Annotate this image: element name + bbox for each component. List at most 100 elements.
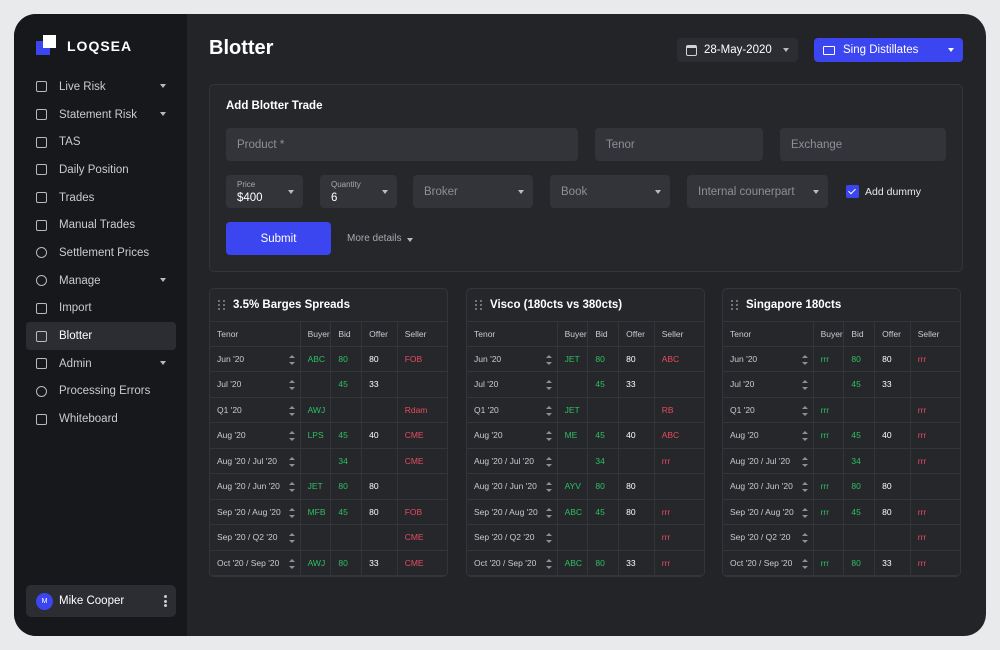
table-row[interactable]: Aug '20 / Jul '20 34 CME: [210, 448, 447, 474]
seller-cell[interactable]: rrr: [910, 499, 960, 525]
sort-stepper-icon[interactable]: [288, 482, 295, 492]
offer-cell[interactable]: 33: [874, 550, 911, 576]
sidebar-item-import[interactable]: Import: [26, 295, 176, 323]
drag-handle-icon[interactable]: [218, 300, 225, 310]
sort-stepper-icon[interactable]: [801, 507, 808, 518]
offer-cell[interactable]: 80: [618, 473, 655, 500]
sidebar-item-tas[interactable]: TAS: [26, 128, 176, 156]
buyer-cell[interactable]: ABC: [557, 499, 589, 525]
more-details-toggle[interactable]: More details: [347, 233, 414, 244]
sort-stepper-icon[interactable]: [801, 558, 808, 569]
table-row[interactable]: Jun '20 ABC 80 80 FOB: [210, 346, 447, 372]
offer-cell[interactable]: 80: [874, 346, 911, 372]
sort-stepper-icon[interactable]: [801, 482, 808, 492]
table-row[interactable]: Jul '20 45 33: [467, 371, 704, 398]
sort-stepper-icon[interactable]: [288, 558, 295, 569]
seller-cell[interactable]: RB: [654, 397, 704, 423]
sort-stepper-icon[interactable]: [801, 405, 808, 416]
tenor-cell[interactable]: Aug '20 / Jul '20: [723, 448, 814, 474]
sidebar-item-manage[interactable]: Manage: [26, 267, 176, 295]
table-row[interactable]: Q1 '20 rrr rrr: [723, 397, 960, 423]
panel-header[interactable]: Singapore 180cts: [723, 289, 960, 322]
bid-cell[interactable]: 45: [843, 422, 876, 449]
buyer-cell[interactable]: rrr: [813, 346, 845, 372]
buyer-cell[interactable]: AWJ: [300, 397, 332, 423]
seller-cell[interactable]: rrr: [654, 550, 704, 576]
seller-cell[interactable]: rrr: [654, 499, 704, 525]
broker-select[interactable]: Broker: [413, 175, 533, 208]
buyer-cell[interactable]: LPS: [300, 422, 332, 449]
table-row[interactable]: Jun '20 rrr 80 80 rrr: [723, 346, 960, 372]
drag-handle-icon[interactable]: [731, 300, 738, 310]
seller-cell[interactable]: CME: [397, 422, 447, 449]
buyer-cell[interactable]: ABC: [300, 346, 332, 372]
tenor-cell[interactable]: Q1 '20: [467, 397, 558, 423]
tenor-cell[interactable]: Oct '20 / Sep '20: [210, 550, 301, 576]
table-row[interactable]: Oct '20 / Sep '20 AWJ 80 33 CME: [210, 550, 447, 576]
sort-stepper-icon[interactable]: [545, 380, 552, 390]
buyer-cell[interactable]: rrr: [813, 550, 845, 576]
bid-cell[interactable]: 80: [330, 346, 363, 372]
sort-stepper-icon[interactable]: [288, 380, 295, 390]
sidebar-item-blotter[interactable]: Blotter: [26, 322, 176, 350]
seller-cell[interactable]: [910, 473, 960, 500]
sidebar-item-daily-position[interactable]: Daily Position: [26, 156, 176, 184]
bid-cell[interactable]: 80: [843, 550, 876, 576]
seller-cell[interactable]: rrr: [910, 524, 960, 551]
tenor-cell[interactable]: Jun '20: [210, 346, 301, 372]
bid-cell[interactable]: 80: [843, 346, 876, 372]
sort-stepper-icon[interactable]: [288, 507, 295, 518]
table-row[interactable]: Aug '20 / Jun '20 rrr 80 80: [723, 473, 960, 500]
buyer-cell[interactable]: rrr: [813, 422, 845, 449]
tenor-cell[interactable]: Aug '20 / Jul '20: [467, 448, 558, 474]
bid-cell[interactable]: 45: [587, 422, 620, 449]
column-header[interactable]: Offer: [618, 322, 655, 347]
offer-cell[interactable]: 80: [874, 473, 911, 500]
buyer-cell[interactable]: AWJ: [300, 550, 332, 576]
sidebar-item-trades[interactable]: Trades: [26, 184, 176, 212]
submit-button[interactable]: Submit: [226, 222, 331, 255]
date-picker[interactable]: 28-May-2020: [677, 38, 798, 62]
seller-cell[interactable]: FOB: [397, 346, 447, 372]
seller-cell[interactable]: [654, 473, 704, 500]
buyer-cell[interactable]: [813, 524, 845, 551]
table-row[interactable]: Aug '20 LPS 45 40 CME: [210, 422, 447, 449]
sidebar-item-whiteboard[interactable]: Whiteboard: [26, 405, 176, 433]
offer-cell[interactable]: 80: [361, 346, 398, 372]
sidebar-item-live-risk[interactable]: Live Risk: [26, 73, 176, 101]
offer-cell[interactable]: 33: [618, 371, 655, 398]
seller-cell[interactable]: ABC: [654, 422, 704, 449]
bid-cell[interactable]: 34: [330, 448, 363, 474]
offer-cell[interactable]: [874, 448, 911, 474]
offer-cell[interactable]: 33: [361, 371, 398, 398]
offer-cell[interactable]: 80: [618, 499, 655, 525]
buyer-cell[interactable]: [300, 371, 332, 398]
tenor-cell[interactable]: Jul '20: [467, 371, 558, 398]
buyer-cell[interactable]: [813, 448, 845, 474]
bid-cell[interactable]: 80: [587, 473, 620, 500]
offer-cell[interactable]: 33: [618, 550, 655, 576]
seller-cell[interactable]: ABC: [654, 346, 704, 372]
buyer-cell[interactable]: rrr: [813, 499, 845, 525]
bid-cell[interactable]: [587, 397, 620, 423]
table-row[interactable]: Aug '20 rrr 45 40 rrr: [723, 422, 960, 449]
user-menu[interactable]: M Mike Cooper: [26, 585, 176, 617]
bid-cell[interactable]: [587, 524, 620, 551]
tenor-cell[interactable]: Jun '20: [723, 346, 814, 372]
table-row[interactable]: Sep '20 / Aug '20 MFB 45 80 FOB: [210, 499, 447, 525]
tenor-cell[interactable]: Aug '20 / Jul '20: [210, 448, 301, 474]
seller-cell[interactable]: [654, 371, 704, 398]
table-row[interactable]: Sep '20 / Aug '20 rrr 45 80 rrr: [723, 499, 960, 525]
panel-header[interactable]: 3.5% Barges Spreads: [210, 289, 447, 322]
sort-stepper-icon[interactable]: [545, 507, 552, 518]
sidebar-item-admin[interactable]: Admin: [26, 350, 176, 378]
buyer-cell[interactable]: [557, 448, 589, 474]
tenor-cell[interactable]: Q1 '20: [723, 397, 814, 423]
bid-cell[interactable]: 45: [587, 371, 620, 398]
tenor-input[interactable]: Tenor: [595, 128, 763, 161]
table-row[interactable]: Aug '20 / Jul '20 34 rrr: [467, 448, 704, 474]
bid-cell[interactable]: 34: [587, 448, 620, 474]
bid-cell[interactable]: [330, 397, 363, 423]
seller-cell[interactable]: [910, 371, 960, 398]
sidebar-item-statement-risk[interactable]: Statement Risk: [26, 101, 176, 129]
